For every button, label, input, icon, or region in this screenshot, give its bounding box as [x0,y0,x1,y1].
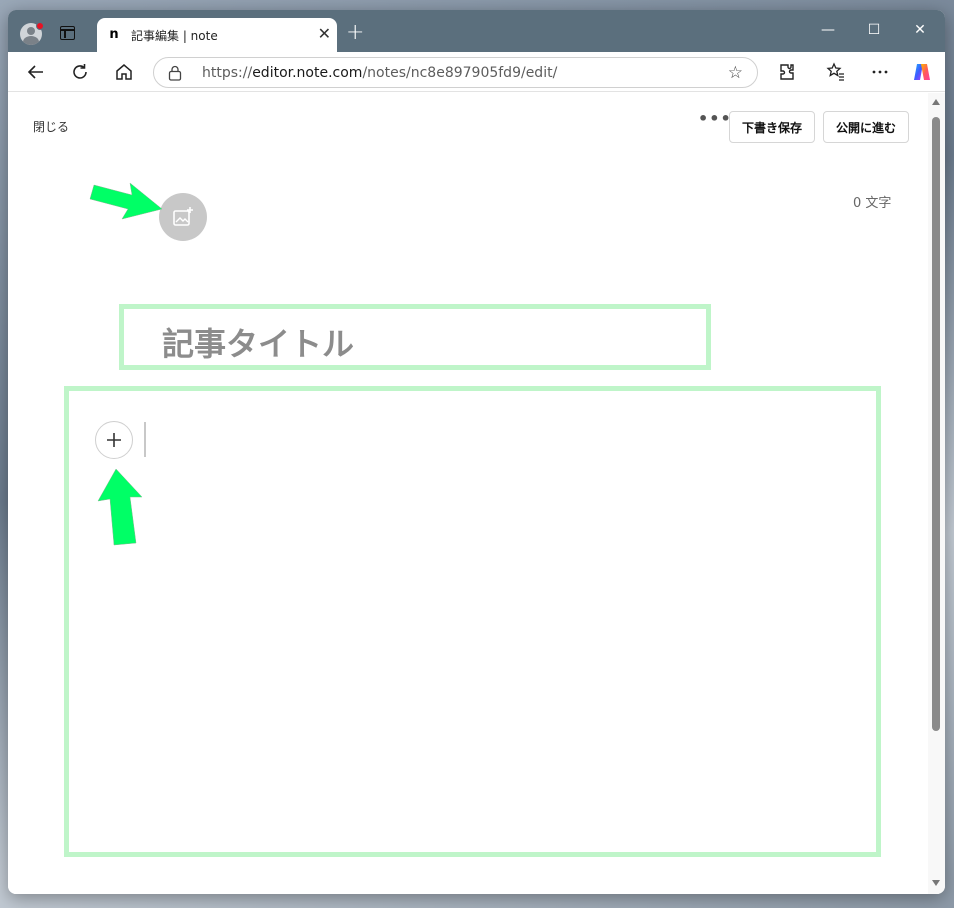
note-favicon-icon: n [107,28,121,42]
scroll-down-icon[interactable] [932,880,940,886]
refresh-icon[interactable] [68,60,92,84]
notification-dot [36,22,44,30]
title-highlight-box: 記事タイトル [119,304,711,370]
address-bar[interactable]: https://editor.note.com/notes/nc8e897905… [153,57,758,88]
home-icon[interactable] [112,60,136,84]
scrollbar-thumb[interactable] [932,117,940,731]
new-tab-button[interactable]: + [346,22,364,44]
add-image-icon [173,207,193,226]
text-cursor [144,422,146,457]
add-block-button[interactable] [95,421,133,459]
page-scrollbar[interactable] [928,93,945,894]
scroll-up-icon[interactable] [932,99,940,105]
close-window-button[interactable]: ✕ [897,20,943,40]
save-draft-button[interactable]: 下書き保存 [729,111,815,143]
back-icon[interactable] [24,60,48,84]
publish-button[interactable]: 公開に進む [823,111,909,143]
tab-actions-icon[interactable] [60,26,75,40]
browser-toolbar: https://editor.note.com/notes/nc8e897905… [8,52,945,92]
note-editor-page: 閉じる ••• 下書き保存 公開に進む 0 文字 記事タイトル [8,93,928,894]
minimize-button[interactable]: — [805,20,851,40]
article-title-input[interactable]: 記事タイトル [162,319,354,365]
more-icon[interactable] [868,60,892,84]
editor-more-icon[interactable]: ••• [698,109,732,128]
plus-icon [107,433,121,447]
maximize-button[interactable]: ☐ [851,20,897,40]
browser-window: n 記事編集 | note ✕ + — ☐ ✕ https://editor.n… [8,10,945,894]
lock-icon[interactable] [168,65,182,81]
title-bar: n 記事編集 | note ✕ + — ☐ ✕ [8,10,945,52]
close-editor-link[interactable]: 閉じる [33,118,69,135]
favorites-icon[interactable] [824,60,848,84]
tab-close-icon[interactable]: ✕ [318,25,331,43]
body-highlight-box [64,386,881,857]
url-text[interactable]: https://editor.note.com/notes/nc8e897905… [202,65,557,81]
character-count: 0 文字 [853,196,892,211]
add-header-image-button[interactable] [159,193,207,241]
extensions-icon[interactable] [775,60,799,84]
annotation-arrow-up-icon [97,468,143,546]
favorite-star-icon[interactable]: ☆ [728,63,743,83]
annotation-arrow-right-icon [89,182,163,220]
tab-note-editor[interactable]: n 記事編集 | note ✕ [97,18,337,52]
copilot-icon[interactable] [910,60,934,84]
tab-title: 記事編集 | note [131,29,218,43]
